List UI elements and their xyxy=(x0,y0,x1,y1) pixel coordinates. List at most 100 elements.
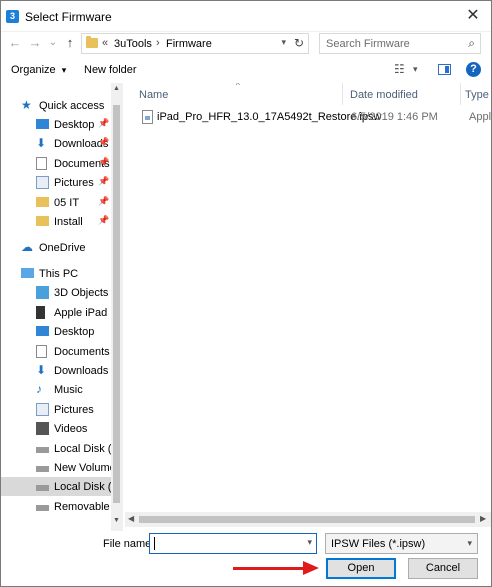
sidebar-item-pictures[interactable]: Pictures xyxy=(1,400,121,419)
column-header-date-modified[interactable]: Date modified xyxy=(337,83,461,105)
folder-icon xyxy=(36,197,49,207)
sidebar-item-label: This PC xyxy=(39,268,79,280)
sidebar-item-05-it[interactable]: 05 IT 📌 xyxy=(1,193,121,212)
sidebar-item-videos[interactable]: Videos xyxy=(1,419,121,438)
music-icon: ♪ xyxy=(36,382,42,396)
sidebar-item-local-disk-e[interactable]: Local Disk (E:) xyxy=(1,477,122,496)
chevron-down-icon[interactable]: ▾ xyxy=(281,37,286,48)
breadcrumb-overflow[interactable]: « xyxy=(102,37,108,49)
column-header-type[interactable]: Type xyxy=(455,83,491,105)
sidebar-item-desktop[interactable]: Desktop 📌 xyxy=(1,115,121,134)
file-row[interactable]: iPad_Pro_HFR_13.0_17A5492t_Restore.ipsw … xyxy=(125,107,491,127)
videos-icon xyxy=(36,422,49,435)
cloud-icon: ☁ xyxy=(21,240,33,254)
file-type-filter-value: IPSW Files (*.ipsw) xyxy=(331,538,426,550)
breadcrumb[interactable]: « 3uTools › Firmware ▾ ↻ xyxy=(81,33,309,54)
3utools-app-icon: 3 xyxy=(6,10,19,23)
search-input[interactable]: Search Firmware ⌕ xyxy=(319,33,481,54)
windows-drive-icon xyxy=(36,447,49,453)
sidebar-item-apple-ipad[interactable]: Apple iPad xyxy=(1,303,121,322)
sidebar-item-label: Videos xyxy=(54,423,88,435)
sidebar-item-downloads[interactable]: ⬇ Downloads xyxy=(1,361,121,380)
scroll-up-icon[interactable]: ▲ xyxy=(112,85,121,92)
file-name-input[interactable]: ▾ xyxy=(149,533,317,554)
title-bar: 3 Select Firmware ✕ xyxy=(1,1,491,32)
chevron-down-icon: ▾ xyxy=(467,538,472,548)
file-type: Apple xyxy=(469,111,491,123)
file-name-label: File name: xyxy=(103,538,155,550)
sidebar-item-label: Desktop xyxy=(54,326,95,338)
scroll-down-icon[interactable]: ▼ xyxy=(112,517,121,524)
up-arrow-icon[interactable]: ↑ xyxy=(62,35,78,51)
sidebar-item-label: Desktop xyxy=(54,119,95,131)
view-options-icon[interactable]: ☷ xyxy=(394,62,405,76)
sidebar-item-removable-disk[interactable]: Removable Disk xyxy=(1,497,122,516)
chevron-down-icon: ▾ xyxy=(61,65,67,75)
file-list-horizontal-scrollbar[interactable]: ◀ ▶ xyxy=(125,512,491,527)
scrollbar-thumb[interactable] xyxy=(139,516,475,523)
sidebar-item-desktop[interactable]: Desktop xyxy=(1,322,121,341)
search-placeholder: Search Firmware xyxy=(326,38,410,50)
chevron-down-icon[interactable]: ▾ xyxy=(307,537,312,548)
sidebar-item-quick-access[interactable]: ★ Quick access xyxy=(1,96,121,115)
scrollbar-thumb[interactable] xyxy=(113,105,120,503)
sidebar-item-documents[interactable]: Documents xyxy=(1,342,121,361)
preview-pane-icon[interactable] xyxy=(438,64,451,75)
open-button[interactable]: Open xyxy=(326,558,396,579)
navigation-pane-scrollbar[interactable]: ▲ ▼ xyxy=(111,83,122,531)
sidebar-item-this-pc[interactable]: This PC xyxy=(1,264,121,283)
breadcrumb-item-3utools[interactable]: 3uTools xyxy=(114,38,152,50)
documents-icon xyxy=(36,157,47,170)
sidebar-item-3d-objects[interactable]: 3D Objects xyxy=(1,283,121,302)
column-header-name[interactable]: Name ^ xyxy=(125,83,343,105)
close-button[interactable]: ✕ xyxy=(463,6,483,26)
chevron-down-icon[interactable]: ▾ xyxy=(413,64,418,75)
sidebar-item-label: Apple iPad xyxy=(54,307,108,319)
documents-icon xyxy=(36,345,47,358)
sidebar-item-music[interactable]: ♪ Music xyxy=(1,380,121,399)
computer-icon xyxy=(21,268,34,278)
scroll-right-icon[interactable]: ▶ xyxy=(480,514,486,523)
ipsw-file-icon xyxy=(142,110,153,124)
recent-locations-icon[interactable]: ⌄ xyxy=(45,35,61,51)
navigation-bar: ← → ⌄ ↑ « 3uTools › Firmware ▾ ↻ Search … xyxy=(1,32,491,56)
desktop-icon xyxy=(36,119,49,129)
folder-icon xyxy=(86,36,98,48)
back-arrow-icon[interactable]: ← xyxy=(7,35,23,51)
refresh-icon[interactable]: ↻ xyxy=(294,36,304,50)
breadcrumb-item-firmware[interactable]: Firmware xyxy=(166,38,212,50)
pin-icon: 📌 xyxy=(98,176,110,186)
organize-button[interactable]: Organize ▾ xyxy=(11,64,66,76)
sidebar-item-label: Pictures xyxy=(54,177,94,189)
pin-icon: 📌 xyxy=(98,118,110,128)
new-folder-button[interactable]: New folder xyxy=(84,64,137,76)
annotation-arrow-head xyxy=(303,561,319,575)
usb-drive-icon xyxy=(36,505,49,511)
scroll-left-icon[interactable]: ◀ xyxy=(128,514,134,523)
search-icon: ⌕ xyxy=(468,36,475,50)
sidebar-item-downloads[interactable]: ⬇ Downloads 📌 xyxy=(1,134,121,153)
drive-icon xyxy=(36,466,49,472)
sidebar-item-documents[interactable]: Documents 📌 xyxy=(1,154,121,173)
sidebar-item-local-disk-c[interactable]: Local Disk (C:) xyxy=(1,439,122,458)
cube-icon xyxy=(36,286,49,299)
help-icon[interactable]: ? xyxy=(466,62,481,77)
file-date-modified: 6/5/2019 1:46 PM xyxy=(351,111,438,123)
pictures-icon xyxy=(36,176,49,189)
sidebar-item-label: Pictures xyxy=(54,404,94,416)
pictures-icon xyxy=(36,403,49,416)
sidebar-item-install[interactable]: Install 📌 xyxy=(1,212,121,231)
sidebar-item-label: Music xyxy=(54,384,83,396)
sidebar-item-pictures[interactable]: Pictures 📌 xyxy=(1,173,121,192)
file-name[interactable]: iPad_Pro_HFR_13.0_17A5492t_Restore.ipsw xyxy=(157,111,381,123)
cancel-button[interactable]: Cancel xyxy=(408,558,478,579)
breadcrumb-separator[interactable]: › xyxy=(156,37,160,49)
column-label: Name xyxy=(139,89,169,101)
pin-icon: 📌 xyxy=(98,196,110,206)
navigation-pane: ★ Quick access Desktop 📌 ⬇ Downloads 📌 Document… xyxy=(1,83,123,531)
file-type-filter-select[interactable]: IPSW Files (*.ipsw) ▾ xyxy=(325,533,478,554)
sidebar-item-new-volume-d[interactable]: New Volume (D: xyxy=(1,458,122,477)
sidebar-item-label: Downloads xyxy=(54,365,109,377)
forward-arrow-icon[interactable]: → xyxy=(27,35,43,51)
sidebar-item-onedrive[interactable]: ☁ OneDrive xyxy=(1,238,121,257)
